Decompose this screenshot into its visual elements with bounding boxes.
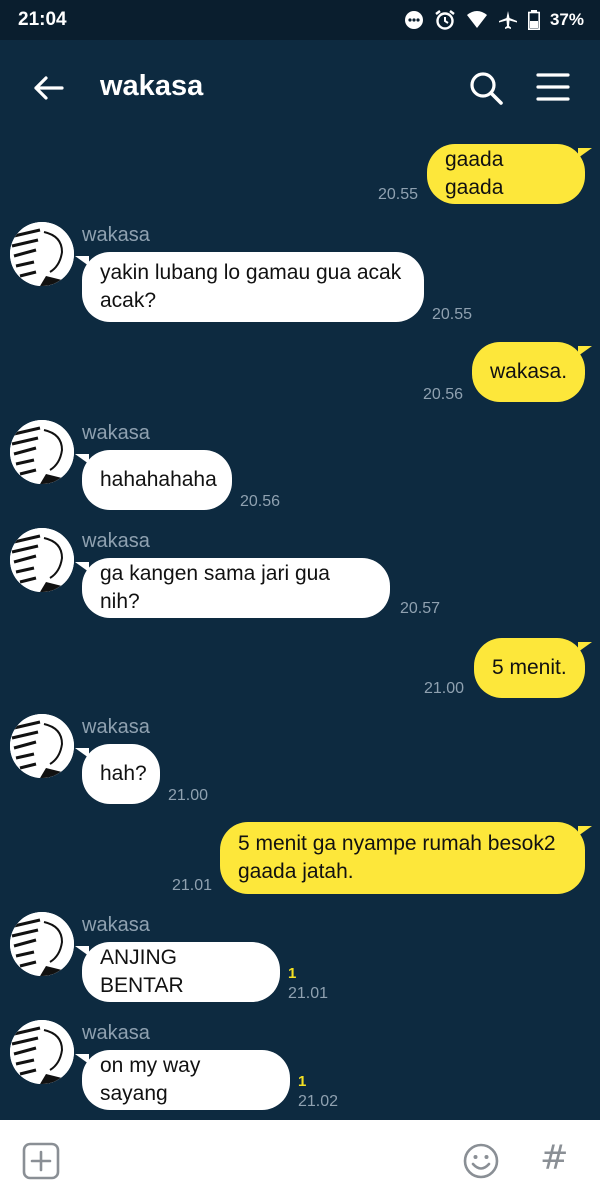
avatar[interactable] xyxy=(10,912,74,976)
battery-icon xyxy=(527,10,540,30)
message-bubble[interactable]: yakin lubang lo gamau gua acak acak? xyxy=(75,252,424,322)
avatar[interactable] xyxy=(10,528,74,592)
read-count: 1 xyxy=(298,1073,307,1090)
status-bar: 21:04 37% xyxy=(0,0,600,40)
avatar[interactable] xyxy=(10,1020,74,1084)
message-bubble[interactable]: hah? xyxy=(75,744,160,804)
hashtag-icon[interactable]: # xyxy=(540,1138,569,1178)
message-time: 20.55 xyxy=(378,186,419,203)
message-time: 21.00 xyxy=(168,787,209,804)
wifi-icon xyxy=(466,10,488,30)
message-time: 20.57 xyxy=(400,600,441,617)
sender-name: wakasa xyxy=(82,422,150,444)
status-time: 21:04 xyxy=(18,9,67,30)
message-time: 20.56 xyxy=(240,493,281,510)
message-bubble[interactable]: ga kangen sama jari gua nih? xyxy=(75,558,390,618)
airplane-icon xyxy=(498,10,518,30)
message-bubble[interactable]: 5 menit. xyxy=(474,638,592,698)
avatar[interactable] xyxy=(10,714,74,778)
battery-percent: 37% xyxy=(549,10,584,29)
message-bubble[interactable]: ANJING BENTAR xyxy=(75,942,280,1002)
avatar[interactable] xyxy=(10,222,74,286)
back-arrow-icon[interactable] xyxy=(30,70,66,106)
sender-name: wakasa xyxy=(82,530,150,552)
status-icons: 37% xyxy=(404,9,584,31)
alarm-icon xyxy=(434,9,456,31)
avatar[interactable] xyxy=(10,420,74,484)
menu-icon[interactable] xyxy=(536,72,570,102)
more-icon xyxy=(404,10,424,30)
search-icon[interactable] xyxy=(468,70,504,106)
message-time: 20.55 xyxy=(432,306,473,323)
plus-icon[interactable] xyxy=(22,1142,60,1180)
sender-name: wakasa xyxy=(82,1022,150,1044)
message-time: 21.02 xyxy=(298,1093,339,1110)
message-bubble[interactable]: hahahahaha xyxy=(75,450,232,510)
message-input-bar: # xyxy=(0,1120,600,1200)
message-bubble[interactable]: wakasa. xyxy=(472,342,592,402)
message-time: 21.00 xyxy=(424,680,465,697)
message-time: 21.01 xyxy=(172,877,213,894)
read-count: 1 xyxy=(288,965,297,982)
message-bubble[interactable]: gaada gaada xyxy=(427,144,592,204)
chat-title: wakasa xyxy=(100,70,204,102)
message-bubble[interactable]: 5 menit ga nyampe rumah besok2 gaada jat… xyxy=(220,822,592,894)
chat-area[interactable]: gaada gaada 20.55 wakasa yakin lubang lo… xyxy=(0,136,600,1120)
emoji-icon[interactable] xyxy=(462,1142,500,1180)
sender-name: wakasa xyxy=(82,914,150,936)
sender-name: wakasa xyxy=(82,716,150,738)
message-time: 21.01 xyxy=(288,985,329,1002)
message-bubble[interactable]: on my way sayang xyxy=(75,1050,290,1110)
message-time: 20.56 xyxy=(423,386,464,403)
chat-header: wakasa xyxy=(0,40,600,136)
sender-name: wakasa xyxy=(82,224,150,246)
